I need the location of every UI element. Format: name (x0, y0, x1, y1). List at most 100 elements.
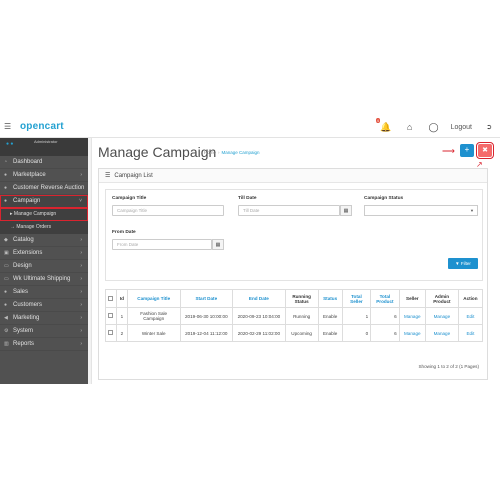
sidebar: ● ● Administrator ◔ Dashboard ● Marketplace… (0, 138, 88, 384)
sidebar-profile: ● ● Administrator (0, 138, 88, 156)
from-date-calendar-icon[interactable]: ▦ (212, 239, 224, 250)
seller-manage-link[interactable]: Manage (398, 307, 426, 325)
sidebar-item-campaign[interactable]: ● Campaign ˅ (0, 195, 88, 208)
sidebar-item-catalog[interactable]: ◆ Catalog › (0, 234, 88, 247)
sidebar-item-sales[interactable]: ● Sales › (0, 286, 88, 299)
sidebar-item-label: Dashboard (13, 159, 43, 165)
filter-button[interactable]: ▼ Filter (448, 258, 478, 269)
chevron-right-icon: › (80, 315, 82, 321)
column-header-total-seller[interactable]: Total Seller (341, 289, 372, 308)
campaign-status-label: Campaign Status (364, 196, 404, 201)
column-header-id: Id (115, 289, 128, 308)
sidebar-item-label: Marketing (13, 315, 40, 321)
menu-toggle-icon[interactable]: ☰ (4, 122, 11, 131)
cell-total-product: 6 (370, 307, 400, 325)
from-date-label: From Date (112, 230, 136, 235)
column-header-end-date[interactable]: End Date (232, 289, 286, 308)
sidebar-item-label: Reports (13, 341, 35, 347)
column-header-seller: Seller (398, 289, 426, 308)
dashboard-icon: ◔ (4, 159, 8, 165)
chevron-right-icon: › (80, 263, 82, 269)
column-header-title[interactable]: Campaign Title (126, 289, 181, 308)
cell-running-status: Running (284, 307, 319, 325)
chevron-right-icon: › (80, 328, 82, 334)
row-checkbox[interactable] (105, 324, 117, 342)
breadcrumb-current[interactable]: Manage Campaign (222, 150, 260, 155)
sidebar-item-marketing[interactable]: ◀ Marketing › (0, 312, 88, 325)
sidebar-item-extensions[interactable]: ▣ Extensions › (0, 247, 88, 260)
sidebar-item-reports[interactable]: ▥ Reports › (0, 338, 88, 351)
admin-product-manage-link[interactable]: Manage (424, 324, 459, 342)
cell-id: 2 (115, 324, 128, 342)
sidebar-item-customers[interactable]: ● Customers › (0, 299, 88, 312)
column-header-start-date[interactable]: Start Date (179, 289, 234, 308)
logout-icon[interactable]: ➲ (482, 120, 496, 134)
cell-title: Winter Sale (126, 324, 181, 342)
admin-product-manage-link[interactable]: Manage (424, 307, 459, 325)
sidebar-item-customer-reverse-auction[interactable]: ● Customer Reverse Auction (0, 182, 88, 195)
cell-total-seller: 0 (341, 324, 372, 342)
edit-link[interactable]: Edit (457, 324, 484, 342)
cell-title: Fashion Sale Campaign (126, 307, 181, 325)
pagination-summary: Showing 1 to 2 of 2 (1 Pages) (418, 364, 479, 369)
campaign-status-select[interactable]: ▼ (364, 205, 478, 216)
list-icon: ☰ (105, 173, 111, 179)
column-header-total-product[interactable]: Total Product (370, 289, 400, 308)
cell-total-seller: 1 (341, 307, 372, 325)
till-date-label: Till Date (238, 196, 257, 201)
tv-icon: ▭ (4, 263, 9, 269)
select-all-checkbox[interactable] (105, 289, 117, 308)
sidebar-item-label: Campaign (13, 198, 41, 204)
share-icon: ◀ (4, 315, 8, 321)
column-header-status[interactable]: Status (317, 289, 343, 308)
cell-status: Enable (317, 307, 343, 325)
sidebar-item-marketplace[interactable]: ● Marketplace › (0, 169, 88, 182)
delete-campaign-button[interactable]: ✖ (476, 142, 494, 159)
sidebar-item-dashboard[interactable]: ◔ Dashboard (0, 156, 88, 169)
users-icon: ● (4, 172, 8, 178)
cell-end-date: 2020-02-29 11:02:00 (232, 324, 286, 342)
cell-start-date: 2019-06-30 10:00:00 (179, 307, 234, 325)
edit-link[interactable]: Edit (457, 307, 484, 325)
add-campaign-button[interactable]: + (460, 144, 474, 157)
panel-title: Campaign List (114, 173, 153, 179)
breadcrumb-home[interactable]: Home (204, 150, 216, 155)
row-checkbox[interactable] (105, 307, 117, 325)
help-icon[interactable]: ◯ (427, 120, 441, 134)
cell-status: Enable (317, 324, 343, 342)
user-icon: ● (4, 302, 8, 308)
chevron-right-icon: › (80, 302, 82, 308)
campaign-title-input[interactable]: Campaign Title (112, 205, 224, 216)
sidebar-item-label: Sales (13, 289, 29, 295)
column-header-action: Action (457, 289, 484, 308)
notification-bell-icon[interactable]: 🔔 4 (375, 118, 393, 134)
admin-frame: ☰ opencart 🔔 4 ⌂ ◯ Logout ➲ ● ● Administr… (0, 116, 500, 384)
seller-manage-link[interactable]: Manage (398, 324, 426, 342)
sidebar-item-design[interactable]: ▭ Design › (0, 260, 88, 273)
profile-role: Administrator (34, 139, 58, 144)
sidebar-subitem-manage-campaign[interactable]: ▸ Manage Campaign (0, 208, 88, 221)
truck-icon: ▭ (4, 276, 9, 282)
sidebar-item-label: Catalog (13, 237, 34, 243)
home-icon[interactable]: ⌂ (403, 120, 417, 134)
cart-icon: ● (4, 289, 8, 295)
column-header-running-status: Running Status (284, 289, 319, 308)
sidebar-nav: ◔ Dashboard ● Marketplace › ● Customer Reverse… (0, 156, 88, 351)
sidebar-item-label: Design (13, 263, 32, 269)
logout-link[interactable]: Logout (451, 124, 472, 131)
till-date-calendar-icon[interactable]: ▦ (340, 205, 352, 216)
till-date-input[interactable]: Till Date (238, 205, 340, 216)
page-title: Manage Campaign (98, 144, 217, 160)
sidebar-subitem-manage-orders[interactable]: → Manage Orders (0, 221, 88, 234)
sidebar-item-label: Customer Reverse Auction (13, 185, 85, 191)
sidebar-item-wk-ultimate-shipping[interactable]: ▭ Wk Ultimate Shipping › (0, 273, 88, 286)
sidebar-subitem-label: Manage Campaign (13, 211, 57, 217)
chevron-right-icon: › (80, 289, 82, 295)
opencart-logo[interactable]: opencart (20, 121, 64, 132)
puzzle-icon: ▣ (4, 250, 9, 256)
from-date-input[interactable]: From Date (112, 239, 212, 250)
campaign-title-label: Campaign Title (112, 196, 147, 201)
chevron-right-icon: › (80, 276, 82, 282)
sidebar-item-system[interactable]: ⚙ System › (0, 325, 88, 338)
sidebar-item-label: Marketplace (13, 172, 46, 178)
